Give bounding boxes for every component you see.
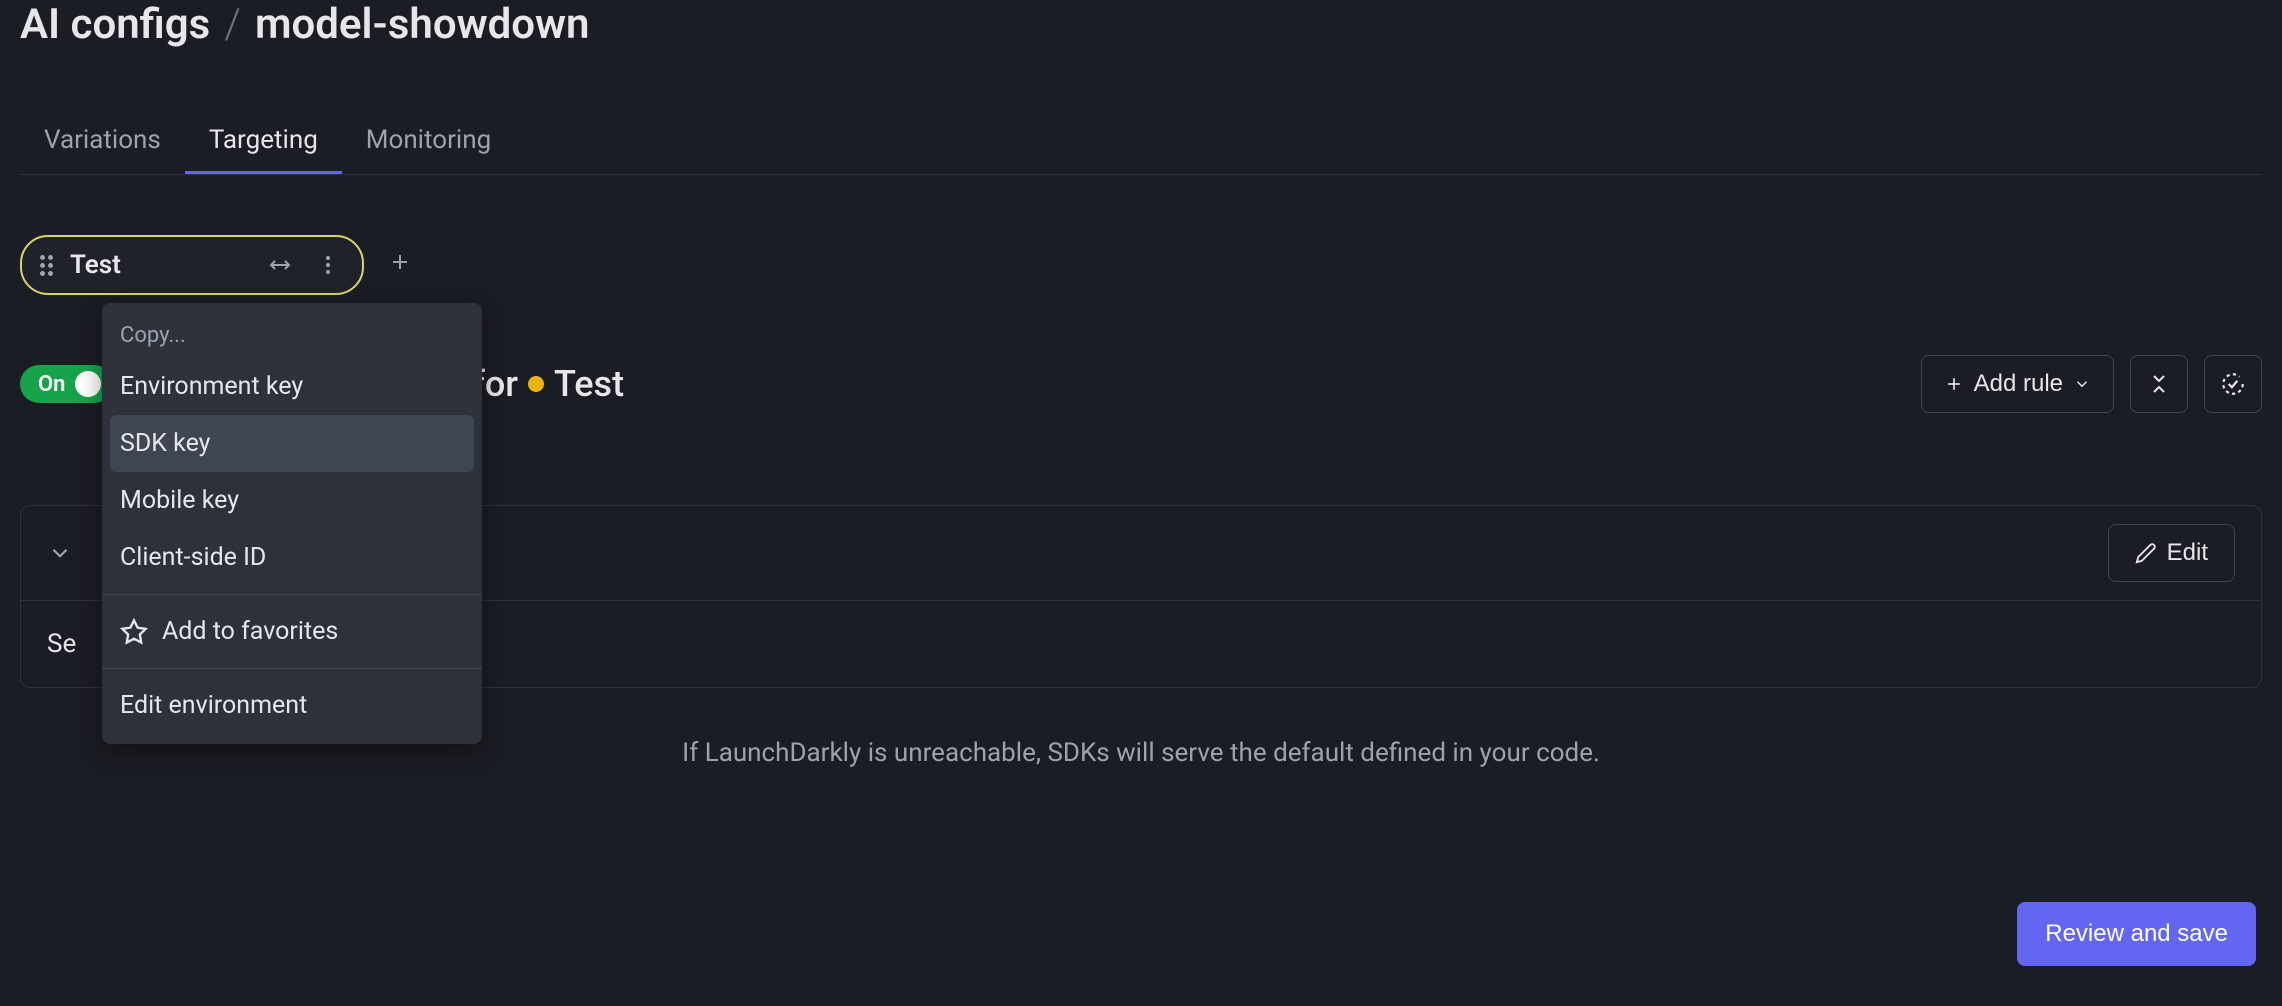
drag-handle-icon[interactable] bbox=[40, 255, 56, 276]
add-rule-label: Add rule bbox=[1974, 370, 2063, 398]
rule-body-text: Se bbox=[47, 629, 76, 659]
toggle-label: On bbox=[38, 372, 65, 397]
chevron-down-icon[interactable] bbox=[47, 540, 73, 566]
validate-button[interactable] bbox=[2204, 355, 2262, 413]
add-rule-button[interactable]: Add rule bbox=[1921, 355, 2114, 413]
breadcrumb-separator: / bbox=[224, 0, 241, 49]
plus-icon bbox=[1944, 374, 1964, 394]
compare-icon[interactable] bbox=[264, 249, 296, 281]
chevron-down-icon bbox=[2073, 375, 2091, 393]
check-circle-icon bbox=[2220, 371, 2246, 397]
dropdown-item-add-favorites[interactable]: Add to favorites bbox=[102, 603, 482, 660]
environment-dropdown-menu: Copy... Environment key SDK key Mobile k… bbox=[102, 303, 482, 744]
tabs: Variations Targeting Monitoring bbox=[20, 109, 2262, 175]
rules-title-env: Test bbox=[554, 363, 624, 405]
dropdown-section-label: Copy... bbox=[102, 313, 482, 358]
tab-monitoring[interactable]: Monitoring bbox=[342, 109, 515, 174]
dropdown-item-edit-environment[interactable]: Edit environment bbox=[102, 677, 482, 734]
breadcrumb: AI configs / model-showdown bbox=[20, 0, 2262, 49]
breadcrumb-current: model-showdown bbox=[255, 0, 590, 49]
more-options-icon[interactable] bbox=[312, 249, 344, 281]
edit-button-label: Edit bbox=[2167, 539, 2208, 567]
dropdown-item-mobile-key[interactable]: Mobile key bbox=[102, 472, 482, 529]
collapse-icon bbox=[2147, 372, 2171, 396]
tab-targeting[interactable]: Targeting bbox=[185, 109, 342, 174]
dropdown-divider bbox=[102, 594, 482, 595]
breadcrumb-parent[interactable]: AI configs bbox=[20, 0, 210, 49]
pencil-icon bbox=[2135, 542, 2157, 564]
add-environment-button[interactable] bbox=[380, 241, 420, 289]
dropdown-item-environment-key[interactable]: Environment key bbox=[102, 358, 482, 415]
environment-dot-icon bbox=[528, 376, 544, 392]
review-and-save-button[interactable]: Review and save bbox=[2017, 902, 2256, 966]
dropdown-favorites-label: Add to favorites bbox=[162, 617, 338, 646]
dropdown-divider bbox=[102, 668, 482, 669]
environment-pill[interactable]: Test bbox=[20, 235, 364, 295]
dropdown-item-client-side-id[interactable]: Client-side ID bbox=[102, 529, 482, 586]
environment-row: Test Copy... Environment key SDK key Mob… bbox=[20, 235, 2262, 295]
targeting-toggle[interactable]: On bbox=[20, 365, 113, 403]
dropdown-item-sdk-key[interactable]: SDK key bbox=[110, 415, 474, 472]
tab-variations[interactable]: Variations bbox=[20, 109, 185, 174]
edit-rule-button[interactable]: Edit bbox=[2108, 524, 2235, 582]
toggle-knob bbox=[75, 371, 101, 397]
star-icon bbox=[120, 618, 148, 646]
environment-pill-label: Test bbox=[70, 250, 250, 280]
collapse-button[interactable] bbox=[2130, 355, 2188, 413]
